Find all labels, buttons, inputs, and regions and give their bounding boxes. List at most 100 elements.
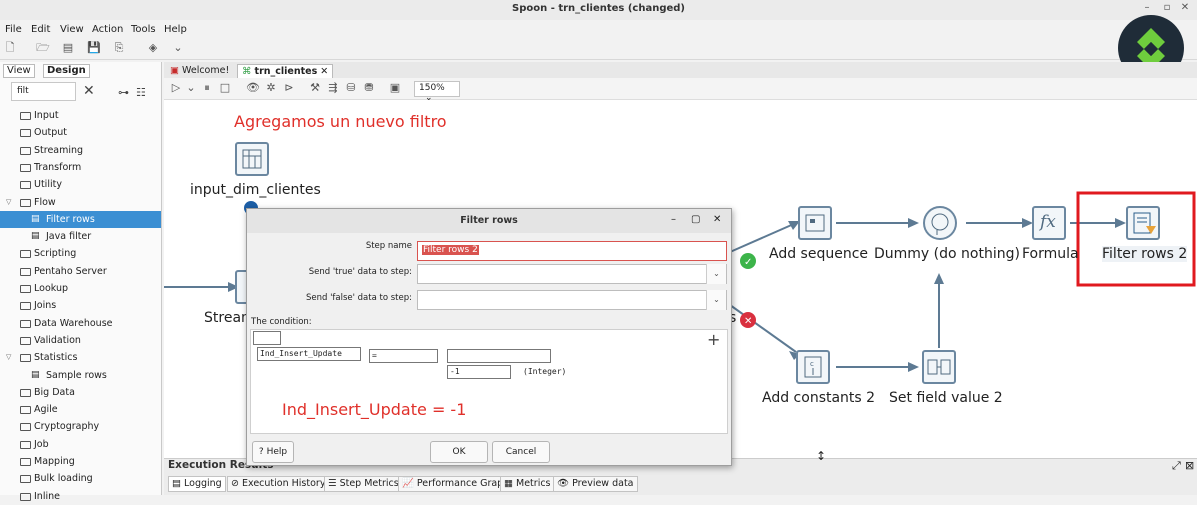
- true-step-combo[interactable]: [417, 264, 727, 284]
- condition-field-right[interactable]: [447, 349, 551, 363]
- resize-handle-icon[interactable]: ↕: [816, 449, 826, 463]
- tree-folder[interactable]: Joins: [0, 297, 161, 314]
- show-results-icon[interactable]: ▣: [388, 81, 402, 95]
- tree-folder[interactable]: Validation: [0, 332, 161, 349]
- tab-welcome[interactable]: ▣ Welcome!: [166, 64, 233, 78]
- step-formula[interactable]: fx: [1032, 206, 1066, 240]
- expand-icon[interactable]: ⊶: [118, 86, 129, 99]
- menu-view[interactable]: View: [60, 24, 84, 35]
- tree-folder[interactable]: Streaming: [0, 142, 161, 159]
- tree-folder[interactable]: Lookup: [0, 280, 161, 297]
- tree-folder[interactable]: Data Warehouse: [0, 315, 161, 332]
- tree-folder[interactable]: Cryptography: [0, 418, 161, 435]
- dialog-close-icon[interactable]: ✕: [713, 214, 721, 225]
- cancel-button[interactable]: Cancel: [492, 441, 550, 463]
- run-options-icon[interactable]: ⌄: [184, 81, 198, 95]
- tree-folder[interactable]: Job: [0, 436, 161, 453]
- stop-icon[interactable]: □: [218, 81, 232, 95]
- impact-icon[interactable]: ⇶: [326, 81, 340, 95]
- folder-icon: [20, 285, 31, 293]
- tree-step[interactable]: ▤ Sample rows: [0, 367, 161, 384]
- tree-folder[interactable]: Inline: [0, 488, 161, 505]
- menu-help[interactable]: Help: [164, 24, 187, 35]
- tab-performance-graph[interactable]: 📈 Performance Graph: [398, 476, 514, 492]
- tree-folder[interactable]: ▽ Statistics: [0, 349, 161, 366]
- negate-box[interactable]: [253, 331, 281, 345]
- save-as-icon[interactable]: ⎘: [112, 41, 126, 55]
- ok-button[interactable]: OK: [430, 441, 488, 463]
- step-set-field[interactable]: [922, 350, 956, 384]
- layers-icon[interactable]: ◈: [146, 41, 160, 55]
- maximize-icon[interactable]: ▫: [1160, 2, 1174, 16]
- menu-file[interactable]: File: [5, 24, 22, 35]
- close-icon[interactable]: ✕: [1178, 2, 1192, 16]
- step-add-constants[interactable]: c: [796, 350, 830, 384]
- tree-folder[interactable]: ▽ Flow: [0, 194, 161, 211]
- dialog-maximize-icon[interactable]: ▢: [691, 214, 700, 225]
- chevron-down-icon[interactable]: ⌄: [706, 290, 726, 310]
- preview-icon[interactable]: 👁: [246, 81, 260, 95]
- tree-folder[interactable]: Agile: [0, 401, 161, 418]
- tree-folder[interactable]: Transform: [0, 159, 161, 176]
- tab-trn-clientes[interactable]: ⌘ trn_clientes ✕: [237, 64, 334, 78]
- step-input-table[interactable]: [235, 142, 269, 176]
- tree-folder[interactable]: Scripting: [0, 245, 161, 262]
- save-icon[interactable]: 💾: [87, 41, 101, 55]
- tree-folder[interactable]: Input: [0, 107, 161, 124]
- tree-folder[interactable]: Output: [0, 124, 161, 141]
- tab-execution-history[interactable]: ⊘ Execution History: [227, 476, 330, 492]
- collapse-icon[interactable]: ☷: [136, 86, 146, 99]
- tab-design[interactable]: Design: [43, 64, 90, 78]
- explore-db-icon[interactable]: ⛃: [362, 81, 376, 95]
- run-icon[interactable]: ▷: [169, 81, 183, 95]
- step-add-sequence[interactable]: [798, 206, 832, 240]
- tree-step[interactable]: ▤ Java filter: [0, 228, 161, 245]
- false-step-combo[interactable]: [417, 290, 727, 310]
- welcome-icon: ▣: [170, 65, 179, 76]
- tab-step-metrics[interactable]: ☰ Step Metrics: [324, 476, 403, 492]
- tab-preview-data[interactable]: 👁 Preview data: [553, 476, 638, 492]
- folder-icon: [20, 388, 31, 397]
- step-filter-rows-2[interactable]: [1126, 206, 1160, 240]
- add-condition-icon[interactable]: +: [707, 330, 720, 349]
- expand-toggle-icon[interactable]: ▽: [6, 349, 11, 366]
- tree-folder[interactable]: Big Data: [0, 384, 161, 401]
- step-name-input[interactable]: Filter rows 2: [417, 241, 727, 261]
- dialog-minimize-icon[interactable]: –: [671, 214, 676, 225]
- tab-metrics[interactable]: ▦ Metrics: [500, 476, 555, 492]
- debug-icon[interactable]: ✲: [264, 81, 278, 95]
- explore-repo-icon[interactable]: ▤: [61, 41, 75, 55]
- tree-folder[interactable]: Utility: [0, 176, 161, 193]
- condition-value[interactable]: -1: [447, 365, 511, 379]
- zoom-select[interactable]: 150% ⌄: [414, 81, 460, 103]
- menu-tools[interactable]: Tools: [131, 24, 156, 35]
- close-panel-icon[interactable]: ⊠: [1185, 459, 1194, 472]
- clear-search-icon[interactable]: ✕: [83, 83, 95, 99]
- pause-icon[interactable]: ⏸: [200, 81, 214, 95]
- tree-folder[interactable]: Pentaho Server: [0, 263, 161, 280]
- expand-toggle-icon[interactable]: ▽: [6, 194, 11, 211]
- chevron-down-icon[interactable]: ⌄: [706, 264, 726, 284]
- tree-folder[interactable]: Mapping: [0, 453, 161, 470]
- tab-view[interactable]: View: [3, 64, 35, 78]
- condition-field[interactable]: Ind_Insert_Update: [257, 347, 361, 361]
- new-file-icon[interactable]: 🗋: [3, 41, 17, 55]
- open-file-icon[interactable]: 🗁: [36, 41, 50, 55]
- help-button[interactable]: ? Help: [252, 441, 294, 463]
- condition-operator[interactable]: =: [369, 349, 438, 363]
- chevron-down-icon[interactable]: ⌄: [171, 41, 185, 55]
- menu-action[interactable]: Action: [92, 24, 123, 35]
- tree-step[interactable]: ▤ Filter rows: [0, 210, 161, 228]
- verify-icon[interactable]: ⚒: [308, 81, 322, 95]
- zoom-value: 150%: [419, 83, 445, 93]
- sql-icon[interactable]: ⛁: [344, 81, 358, 95]
- tab-logging[interactable]: ▤ Logging: [168, 476, 226, 492]
- replay-icon[interactable]: ⊳: [282, 81, 296, 95]
- maximize-panel-icon[interactable]: ⤢: [1172, 459, 1181, 473]
- menu-edit[interactable]: Edit: [31, 24, 50, 35]
- step-dummy[interactable]: [923, 206, 957, 240]
- minimize-icon[interactable]: –: [1140, 2, 1154, 16]
- close-tab-icon[interactable]: ✕: [320, 66, 328, 77]
- tree-folder[interactable]: Bulk loading: [0, 470, 161, 487]
- search-input[interactable]: filt: [11, 82, 76, 101]
